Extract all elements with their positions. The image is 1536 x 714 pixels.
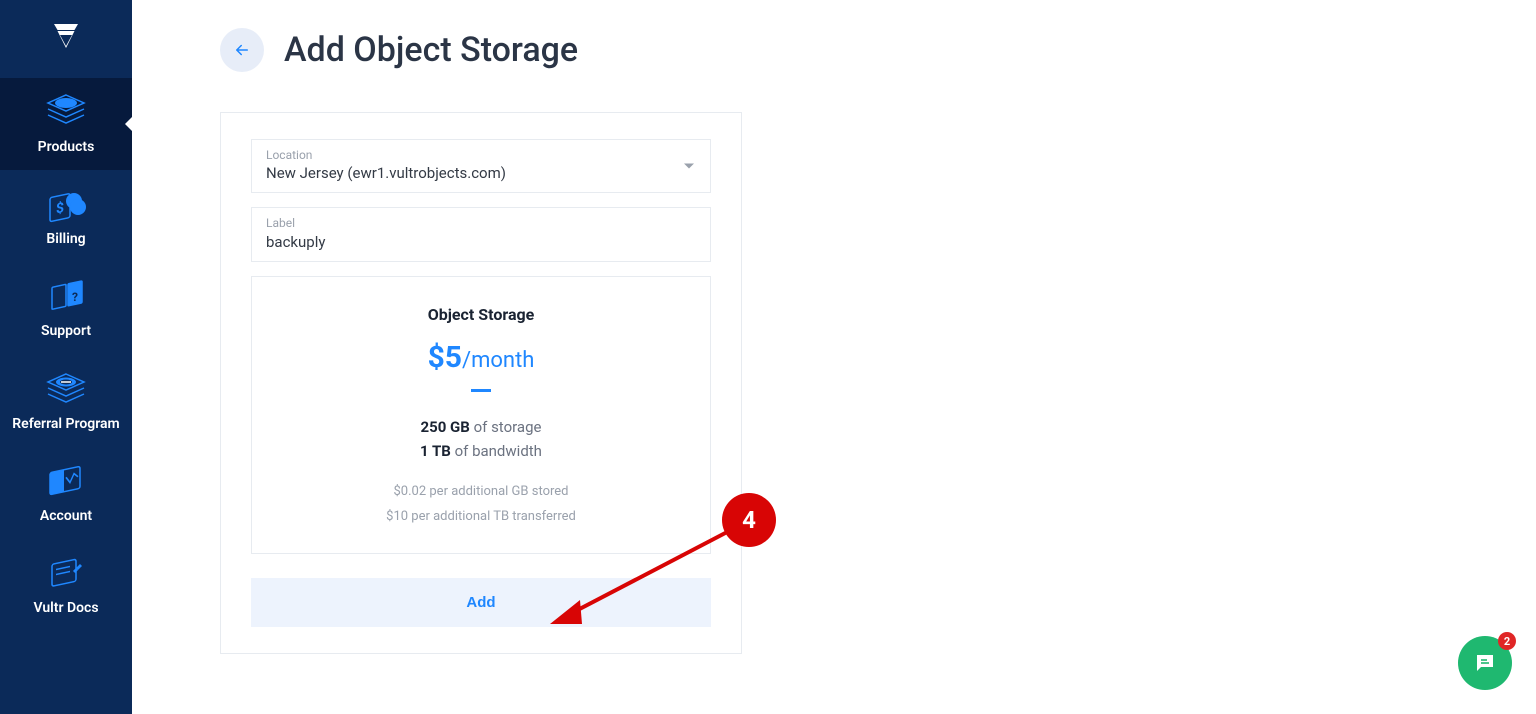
sidebar-item-referral[interactable]: Referral Program xyxy=(0,355,132,447)
vultr-logo-icon[interactable] xyxy=(46,18,86,58)
sidebar-item-billing[interactable]: $ Billing xyxy=(0,170,132,262)
sidebar-item-label: Billing xyxy=(46,230,85,248)
docs-icon xyxy=(42,553,90,593)
billing-icon: $ xyxy=(42,184,90,224)
sidebar-item-label: Account xyxy=(40,507,92,525)
sidebar-item-label: Referral Program xyxy=(12,415,119,433)
bandwidth-amount: 1 TB xyxy=(420,442,451,460)
label-input[interactable] xyxy=(266,233,696,251)
svg-text:?: ? xyxy=(72,290,78,304)
page-title: Add Object Storage xyxy=(284,30,578,70)
sidebar-item-label: Support xyxy=(41,322,91,340)
label-field[interactable]: Label xyxy=(251,207,711,262)
stack-icon xyxy=(42,92,90,132)
location-select[interactable]: Location New Jersey (ewr1.vultrobjects.c… xyxy=(251,139,711,193)
price-unit: /month xyxy=(462,348,534,373)
chat-button[interactable]: 2 xyxy=(1458,636,1512,690)
main-content: Add Object Storage Location New Jersey (… xyxy=(132,0,1536,714)
support-icon: ? xyxy=(42,276,90,316)
page-header: Add Object Storage xyxy=(220,28,1496,72)
form-card: Location New Jersey (ewr1.vultrobjects.c… xyxy=(220,112,742,654)
sidebar-item-docs[interactable]: Vultr Docs xyxy=(0,539,132,631)
bandwidth-text: of bandwidth xyxy=(451,442,542,460)
bandwidth-spec: 1 TB of bandwidth xyxy=(272,442,690,460)
divider xyxy=(471,389,491,392)
plan-price: $5/month xyxy=(272,340,690,375)
sidebar-item-products[interactable]: Products xyxy=(0,78,132,170)
sidebar-item-label: Vultr Docs xyxy=(33,599,98,617)
chat-icon xyxy=(1473,651,1497,675)
overage-storage: $0.02 per additional GB stored xyxy=(272,480,690,505)
storage-text: of storage xyxy=(470,418,542,436)
storage-amount: 250 GB xyxy=(421,418,470,436)
svg-text:$: $ xyxy=(56,199,64,218)
overage-info: $0.02 per additional GB stored $10 per a… xyxy=(272,480,690,529)
account-icon xyxy=(42,461,90,501)
price-amount: $5 xyxy=(428,340,462,375)
location-field-label: Location xyxy=(266,148,696,162)
plan-card: Object Storage $5/month 250 GB of storag… xyxy=(251,276,711,554)
sidebar: Products $ Billing ? Supp xyxy=(0,0,132,714)
sidebar-item-label: Products xyxy=(38,138,95,156)
location-field-value: New Jersey (ewr1.vultrobjects.com) xyxy=(266,164,696,182)
back-button[interactable] xyxy=(220,28,264,72)
label-field-label: Label xyxy=(266,216,696,230)
referral-icon xyxy=(42,369,90,409)
chevron-down-icon xyxy=(684,164,694,169)
overage-bandwidth: $10 per additional TB transferred xyxy=(272,505,690,530)
add-button[interactable]: Add xyxy=(251,578,711,627)
sidebar-item-support[interactable]: ? Support xyxy=(0,262,132,354)
arrow-left-icon xyxy=(233,41,251,59)
plan-title: Object Storage xyxy=(272,305,690,324)
chat-badge: 2 xyxy=(1498,632,1516,650)
annotation-badge: 4 xyxy=(722,493,776,547)
sidebar-item-account[interactable]: Account xyxy=(0,447,132,539)
storage-spec: 250 GB of storage xyxy=(272,418,690,436)
